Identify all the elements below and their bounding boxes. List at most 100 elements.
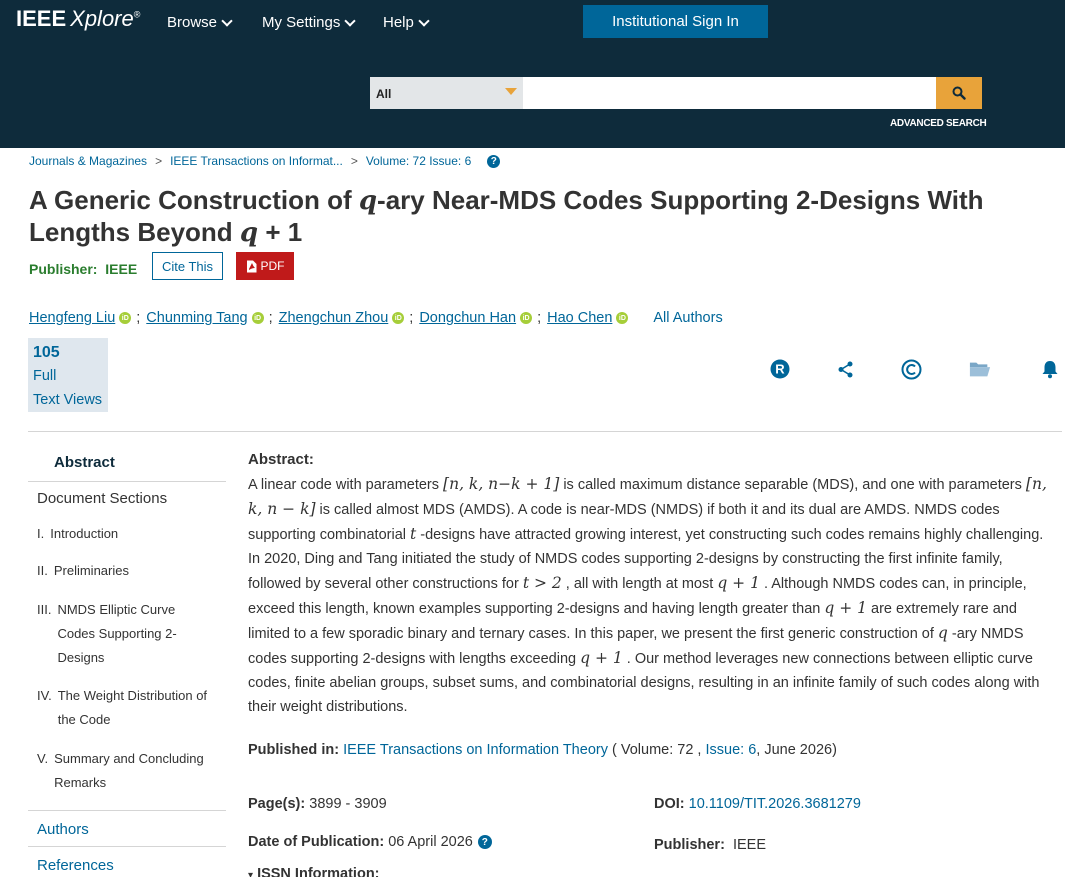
chevron-down-icon: ▾ <box>248 870 254 877</box>
pages-value: 3899 - 3909 <box>309 796 387 812</box>
publisher-label: Publisher: <box>29 261 98 277</box>
search-button[interactable] <box>936 77 982 109</box>
copyright-button[interactable] <box>900 358 922 380</box>
rights-permissions-button[interactable]: R <box>769 358 791 380</box>
abstract-math: q <box>937 624 948 642</box>
doi-link[interactable]: 10.1109/TIT.2026.3681279 <box>689 796 861 812</box>
nav-help[interactable]: Help <box>383 14 430 31</box>
share-button[interactable] <box>835 358 857 380</box>
pdf-button[interactable]: PDF <box>236 252 294 280</box>
nav-browse[interactable]: Browse <box>167 14 233 31</box>
advanced-search-link[interactable]: ADVANCED SEARCH <box>890 118 987 129</box>
breadcrumb-publication[interactable]: IEEE Transactions on Informat... <box>170 154 343 168</box>
section-number: III. <box>37 602 52 617</box>
alert-bell-icon <box>1042 361 1058 379</box>
nav-my-settings[interactable]: My Settings <box>262 14 357 31</box>
abstract-text: A linear code with parameters <box>248 477 444 493</box>
doi-info: DOI: 10.1109/TIT.2026.3681279 <box>654 796 861 812</box>
site-header: IEEE Xplore® Browse My Settings Help Inst… <box>0 0 1065 148</box>
abstract-heading: Abstract: <box>248 451 314 468</box>
issn-label: ISSN Information: <box>257 866 380 877</box>
title-math-q: q <box>239 218 259 248</box>
author-link[interactable]: Hengfeng Liu <box>29 310 115 326</box>
author-link[interactable]: Hao Chen <box>547 310 612 326</box>
search-input[interactable] <box>523 77 936 109</box>
orcid-icon[interactable]: iD <box>392 312 405 324</box>
nav-my-settings-label: My Settings <box>262 14 341 31</box>
abstract-body: A linear code with parameters [n, k, n−k… <box>248 472 1053 719</box>
nav-section-preliminaries[interactable]: II. Preliminaries <box>28 559 226 598</box>
orcid-icon[interactable]: iD <box>119 312 132 324</box>
nav-abstract[interactable]: Abstract <box>28 442 226 482</box>
document-sections-heading: Document Sections <box>37 490 168 507</box>
section-title: Introduction <box>50 526 119 541</box>
section-number: IV. <box>37 688 52 703</box>
author-separator: ; <box>268 310 273 326</box>
author-list: Hengfeng Liu iD; Chunming Tang iD; Zhengch… <box>29 310 723 326</box>
help-icon[interactable]: ? <box>477 835 492 849</box>
nav-section-weight-distribution[interactable]: IV. The Weight Distribution of the Code <box>28 684 223 747</box>
published-in-label: Published in: <box>248 742 340 758</box>
dropdown-triangle-icon <box>505 88 517 95</box>
publisher-info: Publisher: IEEE <box>654 837 766 853</box>
nav-section-introduction[interactable]: I. Introduction <box>28 520 226 559</box>
breadcrumb-journals[interactable]: Journals & Magazines <box>29 154 147 168</box>
volume-text: ( Volume: 72 , <box>607 742 706 758</box>
abstract-math: q + 1 <box>717 574 760 592</box>
issue-link[interactable]: Issue: 6 <box>706 742 757 758</box>
pages-label: Page(s): <box>248 796 306 812</box>
author-link[interactable]: Zhengchun Zhou <box>279 310 389 326</box>
section-number: I. <box>37 526 45 541</box>
all-authors-link[interactable]: All Authors <box>653 310 722 326</box>
author-separator: ; <box>537 310 542 326</box>
section-title: Summary and Concluding Remarks <box>54 751 204 790</box>
nav-references[interactable]: References <box>28 846 226 877</box>
search-icon <box>952 86 966 100</box>
section-title: NMDS Elliptic Curve Codes Supporting 2-D… <box>57 602 177 665</box>
breadcrumb-separator: > <box>155 154 163 168</box>
title-text: + 1 <box>258 217 303 247</box>
pubdate-label: Date of Publication: <box>248 834 385 850</box>
logo-sub: Xplore <box>70 6 134 31</box>
ieee-xplore-logo[interactable]: IEEE Xplore® <box>16 6 140 32</box>
issn-information-toggle[interactable]: ▾ ISSN Information: <box>248 866 380 877</box>
author-separator: ; <box>136 310 141 326</box>
doi-label: DOI: <box>654 796 685 812</box>
nav-help-label: Help <box>383 14 414 31</box>
publisher-info-value: IEEE <box>732 837 767 853</box>
author-link[interactable]: Dongchun Han <box>419 310 516 326</box>
cite-this-button[interactable]: Cite This <box>152 252 223 280</box>
nav-browse-label: Browse <box>167 14 218 31</box>
journal-link[interactable]: IEEE Transactions on Information Theory <box>343 742 608 758</box>
nav-section-nmds-elliptic[interactable]: III. NMDS Elliptic Curve Codes Supportin… <box>28 598 203 684</box>
breadcrumb-issue[interactable]: Volume: 72 Issue: 6 <box>366 154 471 168</box>
breadcrumb-separator: > <box>350 154 358 168</box>
views-label-line2: Text Views <box>33 392 103 408</box>
save-to-folder-button[interactable] <box>969 358 991 380</box>
institutional-sign-in-button[interactable]: Institutional Sign In <box>583 5 768 38</box>
full-text-views-metric[interactable]: 105 Full Text Views <box>28 338 108 412</box>
pages-info: Page(s): 3899 - 3909 <box>248 796 387 812</box>
publisher-value: IEEE <box>105 261 138 277</box>
views-label-line1: Full <box>33 368 57 384</box>
author-link[interactable]: Chunming Tang <box>146 310 247 326</box>
section-number: II. <box>37 563 48 578</box>
page-title: A Generic Construction of q-ary Near-MDS… <box>29 185 1029 249</box>
section-divider <box>28 431 1062 432</box>
search-scope-select[interactable]: All <box>370 77 523 109</box>
orcid-icon[interactable]: iD <box>616 312 629 324</box>
orcid-icon[interactable]: iD <box>251 312 264 324</box>
pdf-file-icon <box>246 260 256 272</box>
pdf-button-label: PDF <box>260 259 285 273</box>
logo-main: IEEE <box>16 6 67 31</box>
help-icon[interactable]: ? <box>487 154 501 168</box>
alerts-button[interactable] <box>1039 358 1061 380</box>
nav-authors[interactable]: Authors <box>28 810 226 846</box>
nav-section-summary[interactable]: V. Summary and Concluding Remarks <box>28 747 223 810</box>
chevron-down-icon <box>418 14 430 27</box>
abstract-math: [n, k, n−k + 1] <box>443 475 560 493</box>
orcid-icon[interactable]: iD <box>520 312 533 324</box>
share-icon <box>838 361 853 378</box>
publication-date-info: Date of Publication: 06 April 2026 ? <box>248 834 492 850</box>
abstract-text: , all with length at most <box>561 576 718 592</box>
